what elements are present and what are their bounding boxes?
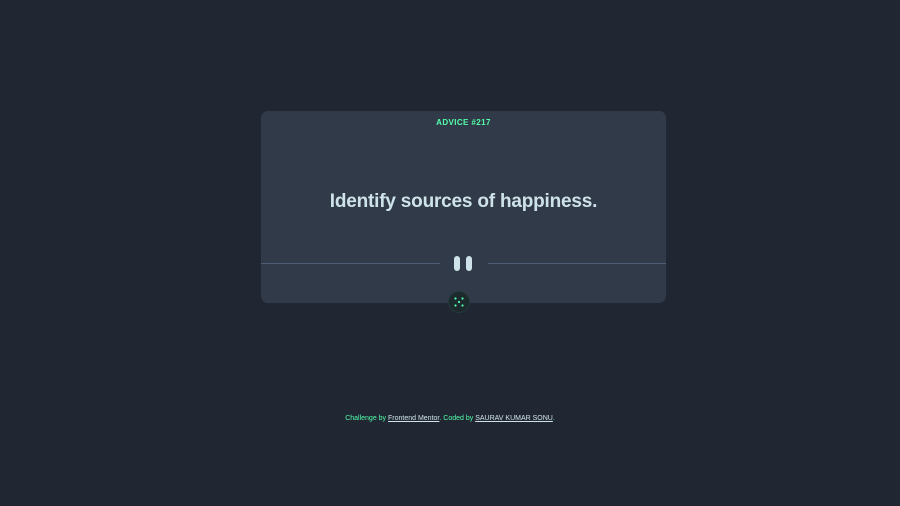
author-link[interactable]: SAURAV KUMAR SONU [475, 415, 553, 422]
advice-card: ADVICE #217 Identify sources of happines… [261, 111, 666, 303]
frontend-mentor-link[interactable]: Frontend Mentor [388, 415, 439, 422]
divider-line-left [261, 263, 440, 264]
page: ADVICE #217 Identify sources of happines… [0, 0, 900, 506]
divider-line-right [488, 263, 666, 264]
pause-bar-right [466, 256, 472, 271]
attribution-prefix: Challenge by [345, 415, 388, 422]
generate-advice-button[interactable] [449, 292, 469, 312]
attribution-middle: . Coded by [439, 415, 476, 422]
advice-quote: Identify sources of happiness. [329, 191, 598, 212]
attribution-suffix: . [552, 415, 555, 422]
dice-icon [454, 297, 464, 307]
advice-id-label: ADVICE #217 [436, 118, 491, 127]
pause-bar-left [454, 256, 460, 271]
attribution-footer: Challenge by Frontend Mentor. Coded by S… [0, 415, 900, 422]
pause-icon [454, 256, 474, 271]
